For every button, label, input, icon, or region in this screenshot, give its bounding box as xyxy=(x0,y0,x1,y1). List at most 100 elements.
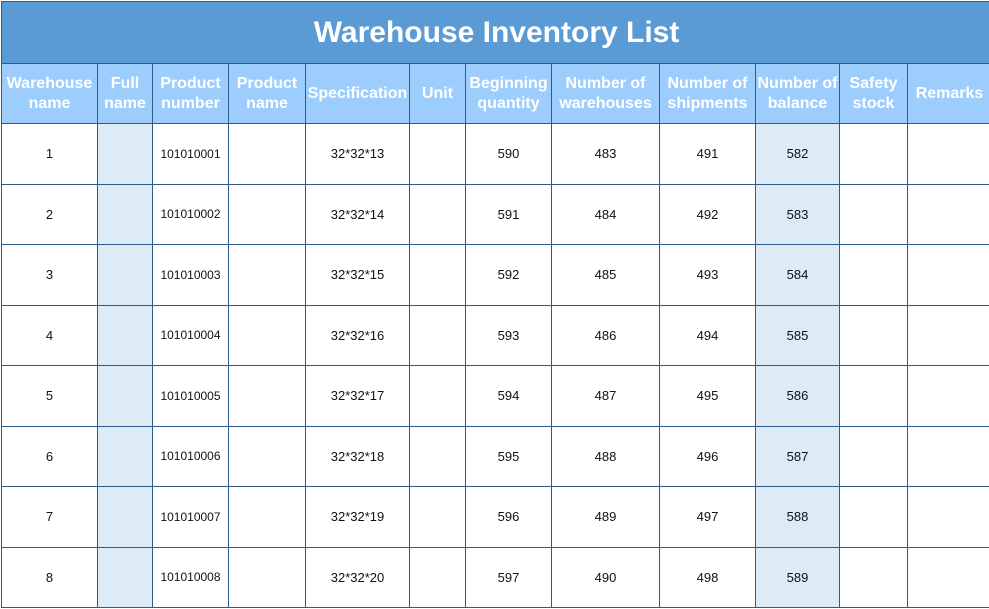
cell-number-of-warehouses[interactable]: 485 xyxy=(551,244,660,306)
cell-product-name[interactable] xyxy=(228,123,306,185)
cell-remarks[interactable] xyxy=(906,244,989,306)
column-header-safety-stock[interactable]: Safety stock xyxy=(839,63,908,124)
cell-beginning-quantity[interactable]: 594 xyxy=(465,365,552,427)
column-header-specification[interactable]: Specification xyxy=(305,63,410,124)
cell-product-number[interactable]: 101010004 xyxy=(152,304,229,366)
cell-warehouse-name[interactable]: 1 xyxy=(1,123,98,185)
cell-specification[interactable]: 32*32*13 xyxy=(305,123,410,185)
cell-safety-stock[interactable] xyxy=(839,425,908,487)
cell-number-of-balance[interactable]: 587 xyxy=(755,425,840,487)
cell-number-of-shipments[interactable]: 492 xyxy=(659,183,756,245)
cell-unit[interactable] xyxy=(409,183,466,245)
cell-full-name[interactable] xyxy=(97,304,153,366)
cell-specification[interactable]: 32*32*20 xyxy=(305,546,410,608)
cell-product-number[interactable]: 101010002 xyxy=(152,183,229,245)
cell-full-name[interactable] xyxy=(97,486,153,548)
cell-unit[interactable] xyxy=(409,546,466,608)
cell-number-of-balance[interactable]: 585 xyxy=(755,304,840,366)
cell-product-name[interactable] xyxy=(228,546,306,608)
cell-number-of-shipments[interactable]: 498 xyxy=(659,546,756,608)
cell-number-of-shipments[interactable]: 496 xyxy=(659,425,756,487)
cell-number-of-warehouses[interactable]: 490 xyxy=(551,546,660,608)
cell-unit[interactable] xyxy=(409,425,466,487)
cell-number-of-warehouses[interactable]: 488 xyxy=(551,425,660,487)
cell-number-of-warehouses[interactable]: 487 xyxy=(551,365,660,427)
cell-beginning-quantity[interactable]: 597 xyxy=(465,546,552,608)
cell-number-of-warehouses[interactable]: 489 xyxy=(551,486,660,548)
cell-product-name[interactable] xyxy=(228,365,306,427)
column-header-warehouse-name[interactable]: Warehouse name xyxy=(1,63,98,124)
cell-unit[interactable] xyxy=(409,123,466,185)
cell-warehouse-name[interactable]: 2 xyxy=(1,183,98,245)
cell-remarks[interactable] xyxy=(906,183,989,245)
cell-product-name[interactable] xyxy=(228,183,306,245)
cell-beginning-quantity[interactable]: 590 xyxy=(465,123,552,185)
cell-safety-stock[interactable] xyxy=(839,486,908,548)
cell-warehouse-name[interactable]: 4 xyxy=(1,304,98,366)
cell-full-name[interactable] xyxy=(97,183,153,245)
cell-beginning-quantity[interactable]: 595 xyxy=(465,425,552,487)
cell-number-of-balance[interactable]: 582 xyxy=(755,123,840,185)
cell-unit[interactable] xyxy=(409,486,466,548)
cell-unit[interactable] xyxy=(409,304,466,366)
cell-beginning-quantity[interactable]: 591 xyxy=(465,183,552,245)
cell-remarks[interactable] xyxy=(906,123,989,185)
cell-full-name[interactable] xyxy=(97,425,153,487)
cell-product-name[interactable] xyxy=(228,486,306,548)
cell-warehouse-name[interactable]: 3 xyxy=(1,244,98,306)
cell-number-of-shipments[interactable]: 494 xyxy=(659,304,756,366)
cell-number-of-balance[interactable]: 589 xyxy=(755,546,840,608)
cell-warehouse-name[interactable]: 5 xyxy=(1,365,98,427)
cell-product-number[interactable]: 101010003 xyxy=(152,244,229,306)
cell-full-name[interactable] xyxy=(97,365,153,427)
cell-number-of-warehouses[interactable]: 484 xyxy=(551,183,660,245)
cell-product-name[interactable] xyxy=(228,244,306,306)
column-header-remarks[interactable]: Remarks xyxy=(906,63,989,124)
cell-number-of-shipments[interactable]: 495 xyxy=(659,365,756,427)
cell-beginning-quantity[interactable]: 592 xyxy=(465,244,552,306)
cell-specification[interactable]: 32*32*19 xyxy=(305,486,410,548)
cell-warehouse-name[interactable]: 7 xyxy=(1,486,98,548)
cell-unit[interactable] xyxy=(409,365,466,427)
cell-product-number[interactable]: 101010008 xyxy=(152,546,229,608)
column-header-number-of-shipments[interactable]: Number of shipments xyxy=(659,63,756,124)
cell-warehouse-name[interactable]: 8 xyxy=(1,546,98,608)
column-header-number-of-warehouses[interactable]: Number of warehouses xyxy=(551,63,660,124)
cell-unit[interactable] xyxy=(409,244,466,306)
cell-beginning-quantity[interactable]: 596 xyxy=(465,486,552,548)
cell-number-of-shipments[interactable]: 491 xyxy=(659,123,756,185)
cell-product-number[interactable]: 101010005 xyxy=(152,365,229,427)
cell-full-name[interactable] xyxy=(97,244,153,306)
cell-number-of-shipments[interactable]: 493 xyxy=(659,244,756,306)
cell-number-of-warehouses[interactable]: 483 xyxy=(551,123,660,185)
cell-number-of-balance[interactable]: 588 xyxy=(755,486,840,548)
cell-remarks[interactable] xyxy=(906,365,989,427)
cell-specification[interactable]: 32*32*18 xyxy=(305,425,410,487)
column-header-product-name[interactable]: Product name xyxy=(228,63,306,124)
cell-warehouse-name[interactable]: 6 xyxy=(1,425,98,487)
cell-product-name[interactable] xyxy=(228,425,306,487)
cell-number-of-shipments[interactable]: 497 xyxy=(659,486,756,548)
column-header-number-of-balance[interactable]: Number of balance xyxy=(755,63,840,124)
column-header-full-name[interactable]: Full name xyxy=(97,63,153,124)
cell-remarks[interactable] xyxy=(906,546,989,608)
cell-safety-stock[interactable] xyxy=(839,123,908,185)
column-header-unit[interactable]: Unit xyxy=(409,63,466,124)
cell-safety-stock[interactable] xyxy=(839,244,908,306)
cell-safety-stock[interactable] xyxy=(839,183,908,245)
cell-number-of-warehouses[interactable]: 486 xyxy=(551,304,660,366)
cell-safety-stock[interactable] xyxy=(839,546,908,608)
cell-product-name[interactable] xyxy=(228,304,306,366)
cell-product-number[interactable]: 101010007 xyxy=(152,486,229,548)
cell-product-number[interactable]: 101010001 xyxy=(152,123,229,185)
cell-full-name[interactable] xyxy=(97,546,153,608)
cell-number-of-balance[interactable]: 583 xyxy=(755,183,840,245)
cell-specification[interactable]: 32*32*14 xyxy=(305,183,410,245)
column-header-product-number[interactable]: Product number xyxy=(152,63,229,124)
cell-remarks[interactable] xyxy=(906,304,989,366)
cell-number-of-balance[interactable]: 586 xyxy=(755,365,840,427)
cell-remarks[interactable] xyxy=(906,425,989,487)
column-header-beginning-quantity[interactable]: Beginning quantity xyxy=(465,63,552,124)
cell-safety-stock[interactable] xyxy=(839,304,908,366)
cell-beginning-quantity[interactable]: 593 xyxy=(465,304,552,366)
